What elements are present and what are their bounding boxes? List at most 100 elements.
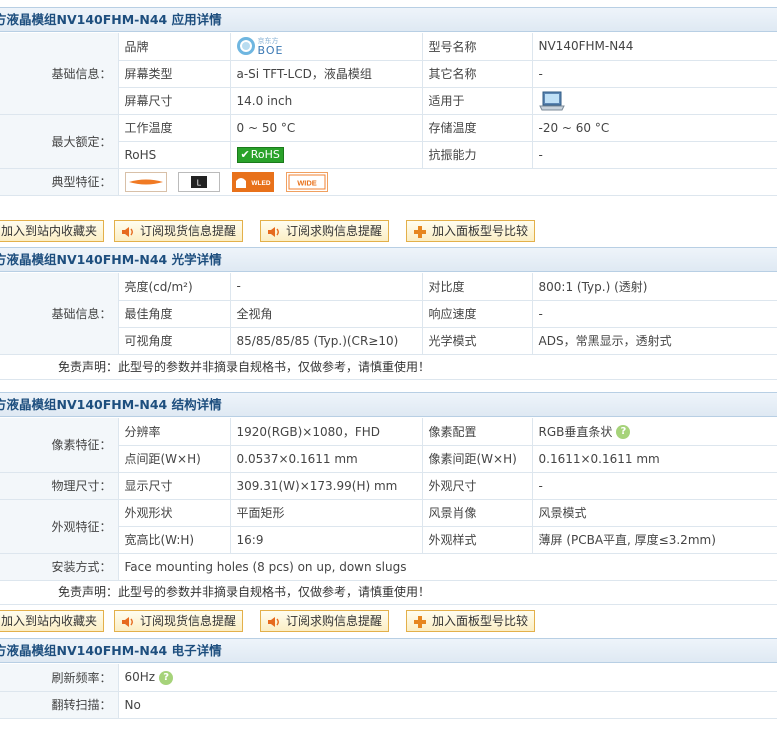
- optical-mode-label: 光学模式: [422, 327, 533, 355]
- pixel-pitch-label: 像素间距(W×H): [422, 445, 533, 473]
- boe-logo[interactable]: 京东方 BOE: [236, 36, 284, 58]
- contrast-label: 对比度: [422, 273, 533, 301]
- screen-type-label: 屏幕类型: [118, 60, 231, 88]
- group-label: 最大额定：: [0, 114, 119, 169]
- brand-value[interactable]: 京东方 BOE: [230, 33, 423, 61]
- storage-temp-label: 存储温度: [422, 114, 533, 142]
- compare-button[interactable]: 加入面板型号比较: [406, 220, 536, 242]
- screen-size-value: 14.0 inch: [230, 87, 423, 115]
- model-value: NV140FHM-N44: [532, 33, 777, 61]
- plus-icon: [414, 225, 426, 238]
- work-temp-label: 工作温度: [118, 114, 231, 142]
- vibration-label: 抗振能力: [422, 141, 533, 169]
- screen-size-label: 屏幕尺寸: [118, 87, 231, 115]
- storage-temp-value: -20 ~ 60 °C: [532, 114, 777, 142]
- app-table: 基础信息： 品牌 京东方 BOE 型号名称 NV140FHM-N44 屏幕类型 a…: [0, 33, 777, 196]
- l-feature-icon[interactable]: L: [178, 171, 221, 192]
- section-header-electronic: 方液晶模组NV140FHM-N44 电子详情: [0, 638, 777, 663]
- group-label: 像素特征：: [0, 418, 119, 473]
- brand-label: 品牌: [118, 33, 231, 61]
- response-value: -: [532, 300, 777, 328]
- section-header-optical: 方液晶模组NV140FHM-N44 光学详情: [0, 247, 777, 272]
- pixel-config-label: 像素配置: [422, 418, 533, 446]
- add-favorite-button[interactable]: 加入到站内收藏夹: [0, 610, 105, 632]
- buy-alert-button[interactable]: 订阅求购信息提醒: [260, 220, 390, 242]
- aspect-label: 宽高比(W:H): [118, 526, 231, 554]
- outline-label: 外观尺寸: [422, 472, 533, 500]
- structure-table: 像素特征： 分辨率 1920(RGB)×1080，FHD 像素配置 RGB垂直条…: [0, 418, 777, 581]
- wide-feature-icon[interactable]: WIDE: [285, 171, 328, 192]
- section-title: 方液晶模组NV140FHM-N44 结构详情: [0, 397, 222, 412]
- speaker-icon: [122, 226, 133, 237]
- section-title: 方液晶模组NV140FHM-N44 电子详情: [0, 643, 222, 658]
- model-label: 型号名称: [422, 33, 533, 61]
- section-title: 方液晶模组NV140FHM-N44 光学详情: [0, 252, 222, 267]
- style-label: 外观样式: [422, 526, 533, 554]
- other-name-value: -: [532, 60, 777, 88]
- buy-alert-button[interactable]: 订阅求购信息提醒: [260, 610, 390, 632]
- section-title: 方液晶模组NV140FHM-N44 应用详情: [0, 12, 222, 27]
- view-angle-value: 85/85/85/85 (Typ.)(CR≥10): [230, 327, 423, 355]
- group-label: 安装方式：: [0, 553, 119, 581]
- boe-logo-mark: [236, 37, 255, 56]
- resolution-label: 分辨率: [118, 418, 231, 446]
- compare-button[interactable]: 加入面板型号比较: [406, 610, 536, 632]
- svg-text:L: L: [197, 178, 202, 187]
- best-angle-value: 全视角: [230, 300, 423, 328]
- add-favorite-button[interactable]: 加入到站内收藏夹: [0, 220, 105, 242]
- screen-type-value: a-Si TFT-LCD，液晶模组: [230, 60, 423, 88]
- plus-icon: [414, 615, 426, 628]
- svg-text:WIDE: WIDE: [297, 178, 317, 187]
- section-header-structure: 方液晶模组NV140FHM-N44 结构详情: [0, 392, 777, 417]
- group-label: 基础信息：: [0, 33, 119, 115]
- action-bar: 加入到站内收藏夹 订阅现货信息提醒 订阅求购信息提醒 加入面板型号比较: [0, 606, 777, 634]
- boe-logo-text: 京东方 BOE: [257, 37, 284, 58]
- svg-text:WLED: WLED: [252, 180, 271, 187]
- orientation-label: 风景肖像: [422, 499, 533, 527]
- vibration-value: -: [532, 141, 777, 169]
- contrast-value: 800:1 (Typ.) (透射): [532, 273, 777, 301]
- flat-panel-feature-icon[interactable]: [124, 171, 167, 192]
- speaker-icon: [268, 226, 279, 237]
- brightness-label: 亮度(cd/m²): [118, 273, 231, 301]
- brightness-value: -: [230, 273, 423, 301]
- pixel-pitch-value: 0.1611×0.1611 mm: [532, 445, 777, 473]
- suitable-value: [532, 87, 777, 115]
- group-label: 物理尺寸：: [0, 472, 119, 500]
- rohs-label: RoHS: [118, 141, 231, 169]
- group-label: 外观特征：: [0, 499, 119, 554]
- orientation-value: 风景模式: [532, 499, 777, 527]
- aspect-value: 16:9: [230, 526, 423, 554]
- refresh-label: 刷新频率：: [0, 664, 119, 692]
- optical-table: 基础信息： 亮度(cd/m²) - 对比度 800:1 (Typ.) (透射) …: [0, 273, 777, 355]
- electronic-table: 刷新频率： 60Hz? 翻转扫描： No: [0, 664, 777, 719]
- disclaimer: 免责声明：此型号的参数并非摘录自规格书，仅做参考，请慎重使用！: [0, 580, 777, 605]
- view-angle-label: 可视角度: [118, 327, 231, 355]
- laptop-icon[interactable]: [538, 90, 565, 112]
- rohs-value: ✔RoHS: [230, 141, 423, 169]
- display-size-value: 309.31(W)×173.99(H) mm: [230, 472, 423, 500]
- outline-value: -: [532, 472, 777, 500]
- feature-icons: L WLED WIDE: [118, 168, 777, 196]
- stock-alert-button[interactable]: 订阅现货信息提醒: [114, 220, 244, 242]
- wled-feature-icon[interactable]: WLED: [232, 171, 275, 192]
- other-name-label: 其它名称: [422, 60, 533, 88]
- help-icon[interactable]: ?: [616, 425, 631, 440]
- suitable-label: 适用于: [422, 87, 533, 115]
- dot-pitch-label: 点间距(W×H): [118, 445, 231, 473]
- refresh-value: 60Hz?: [118, 664, 777, 692]
- help-icon[interactable]: ?: [159, 670, 174, 685]
- pixel-config-value: RGB垂直条状?: [532, 418, 777, 446]
- flip-value: No: [118, 691, 777, 719]
- check-icon: ✔: [240, 147, 250, 161]
- style-value: 薄屏 (PCBA平直, 厚度≤3.2mm): [532, 526, 777, 554]
- section-header-app: 方液晶模组NV140FHM-N44 应用详情: [0, 7, 777, 32]
- stock-alert-button[interactable]: 订阅现货信息提醒: [114, 610, 244, 632]
- dot-pitch-value: 0.0537×0.1611 mm: [230, 445, 423, 473]
- action-bar: 加入到站内收藏夹 订阅现货信息提醒 订阅求购信息提醒 加入面板型号比较: [0, 216, 777, 244]
- speaker-icon: [122, 616, 133, 627]
- mount-value: Face mounting holes (8 pcs) on up, down …: [118, 553, 777, 581]
- shape-label: 外观形状: [118, 499, 231, 527]
- resolution-value: 1920(RGB)×1080，FHD: [230, 418, 423, 446]
- response-label: 响应速度: [422, 300, 533, 328]
